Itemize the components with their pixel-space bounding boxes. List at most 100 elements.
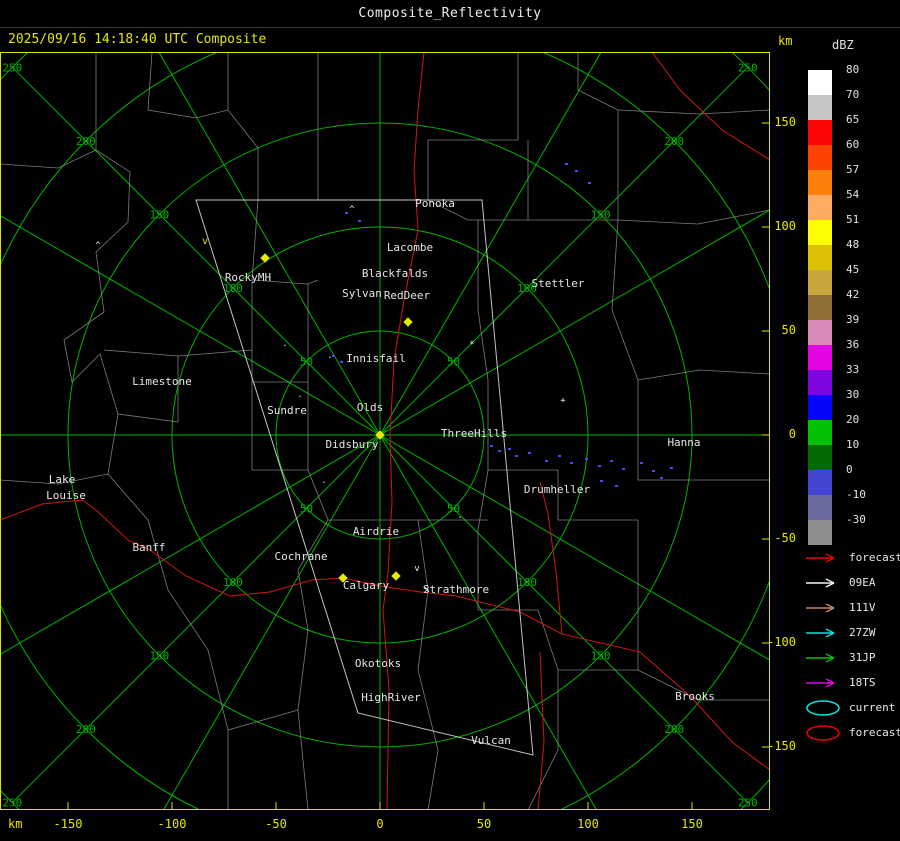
legend-label: current xyxy=(849,701,896,714)
precip-echo xyxy=(345,212,348,214)
precip-echo xyxy=(570,462,573,464)
colorbar-value: 30 xyxy=(846,388,860,401)
range-label: 150 xyxy=(149,208,169,221)
range-label: 150 xyxy=(149,650,169,663)
legend-item: current xyxy=(804,695,895,720)
colorbar-swatch xyxy=(808,170,832,195)
colorbar-value: 39 xyxy=(846,313,860,326)
colorbar-value: 45 xyxy=(846,263,860,276)
point-marker: . xyxy=(297,390,302,400)
timestamp-label: 2025/09/16 14:18:40 UTC Composite xyxy=(8,32,267,47)
storm-outline-icon xyxy=(806,699,840,716)
window-titlebar: Composite_Reflectivity xyxy=(0,0,900,28)
storm-track-arrow-icon xyxy=(806,677,835,688)
precip-echo xyxy=(575,170,578,172)
legend-label: 09EA xyxy=(849,576,876,589)
precip-echo xyxy=(358,220,361,222)
city-label: Brooks xyxy=(675,690,715,703)
legend-label: 18TS xyxy=(849,676,876,689)
range-label: 250 xyxy=(738,797,758,810)
city-label: Lacombe xyxy=(387,241,433,254)
precip-echo xyxy=(340,361,343,363)
radar-map: 5010015020025050100150200250501001502002… xyxy=(0,52,770,810)
colorbar-swatch xyxy=(808,370,832,395)
colorbar-value: 57 xyxy=(846,163,860,176)
city-label: Strathmore xyxy=(423,583,489,596)
point-marker: . xyxy=(282,339,287,349)
legend-label: forecast xyxy=(849,551,900,564)
colorbar-swatch xyxy=(808,520,832,545)
precip-echo xyxy=(610,460,613,462)
colorbar-swatch xyxy=(808,95,832,120)
bottom-axis-tick-label: 0 xyxy=(376,817,384,831)
legend-label: forecast xyxy=(849,726,900,739)
colorbar-value: 60 xyxy=(846,138,860,151)
colorbar-swatch xyxy=(808,195,832,220)
range-label: 200 xyxy=(664,135,684,148)
city-label: ThreeHills xyxy=(441,427,507,440)
range-label: 100 xyxy=(517,576,537,589)
range-label: 50 xyxy=(300,355,313,368)
colorbar-swatch xyxy=(808,320,832,345)
precip-echo xyxy=(598,465,601,467)
colorbar-swatch xyxy=(808,395,832,420)
range-label: 150 xyxy=(591,650,611,663)
city-label: Sundre xyxy=(267,404,307,417)
city-label: RedDeer xyxy=(384,289,431,302)
precip-echo xyxy=(528,452,531,454)
colorbar-swatch xyxy=(808,70,832,95)
storm-track-arrow-icon xyxy=(806,627,835,638)
city-label: Ponoka xyxy=(415,197,455,210)
precip-echo xyxy=(652,470,655,472)
point-marker: * xyxy=(469,340,474,350)
colorbar-value: 42 xyxy=(846,288,860,301)
city-label: Innisfail xyxy=(346,352,406,365)
point-marker: ^ xyxy=(349,205,355,215)
legend-item: 09EA xyxy=(804,570,876,595)
colorbar-value: 0 xyxy=(846,463,853,476)
point-marker: v xyxy=(414,564,419,574)
right-axis-tick-label: -150 xyxy=(767,739,796,753)
storm-track-arrow-icon xyxy=(806,602,835,613)
colorbar-value: 80 xyxy=(846,63,860,76)
point-marker: . xyxy=(327,351,332,361)
storm-track-arrow-icon xyxy=(806,577,835,588)
city-label: Blackfalds xyxy=(362,267,428,280)
city-label: Lake xyxy=(49,473,76,486)
range-label: 50 xyxy=(447,355,460,368)
range-label: 250 xyxy=(2,61,22,74)
storm-track-arrow-icon xyxy=(806,552,835,563)
radar-application-window: Composite_Reflectivity 2025/09/16 14:18:… xyxy=(0,0,900,841)
storm-outline-icon xyxy=(806,724,840,741)
colorbar-swatch xyxy=(808,470,832,495)
city-label: Sylvan xyxy=(342,287,382,300)
colorbar-value: 10 xyxy=(846,438,860,451)
range-label: 150 xyxy=(591,208,611,221)
point-marker: + xyxy=(560,396,566,406)
precip-echo xyxy=(600,480,603,482)
colorbar-swatch xyxy=(808,495,832,520)
colorbar-swatch xyxy=(808,295,832,320)
colorbar-swatch xyxy=(808,420,832,445)
legend-item: 111V xyxy=(804,595,876,620)
city-label: Stettler xyxy=(532,277,585,290)
precip-echo xyxy=(490,445,493,447)
point-marker: v xyxy=(202,236,208,247)
precip-echo xyxy=(622,468,625,470)
city-label: Didsbury xyxy=(326,438,379,451)
precip-echo xyxy=(670,467,673,469)
colorbar-value: 33 xyxy=(846,363,860,376)
range-label: 250 xyxy=(2,797,22,810)
right-axis-tick-label: 150 xyxy=(774,115,796,129)
precip-echo xyxy=(588,182,591,184)
legend-item: 27ZW xyxy=(804,620,876,645)
city-label: Airdrie xyxy=(353,525,399,538)
legend-label: 111V xyxy=(849,601,876,614)
bottom-axis-tick-label: 100 xyxy=(577,817,599,831)
precip-echo xyxy=(558,455,561,457)
legend-item: 31JP xyxy=(804,645,876,670)
range-label: 50 xyxy=(300,503,313,516)
colorbar-value: 48 xyxy=(846,238,860,251)
colorbar-swatch xyxy=(808,145,832,170)
legend-item: forecast xyxy=(804,545,900,570)
